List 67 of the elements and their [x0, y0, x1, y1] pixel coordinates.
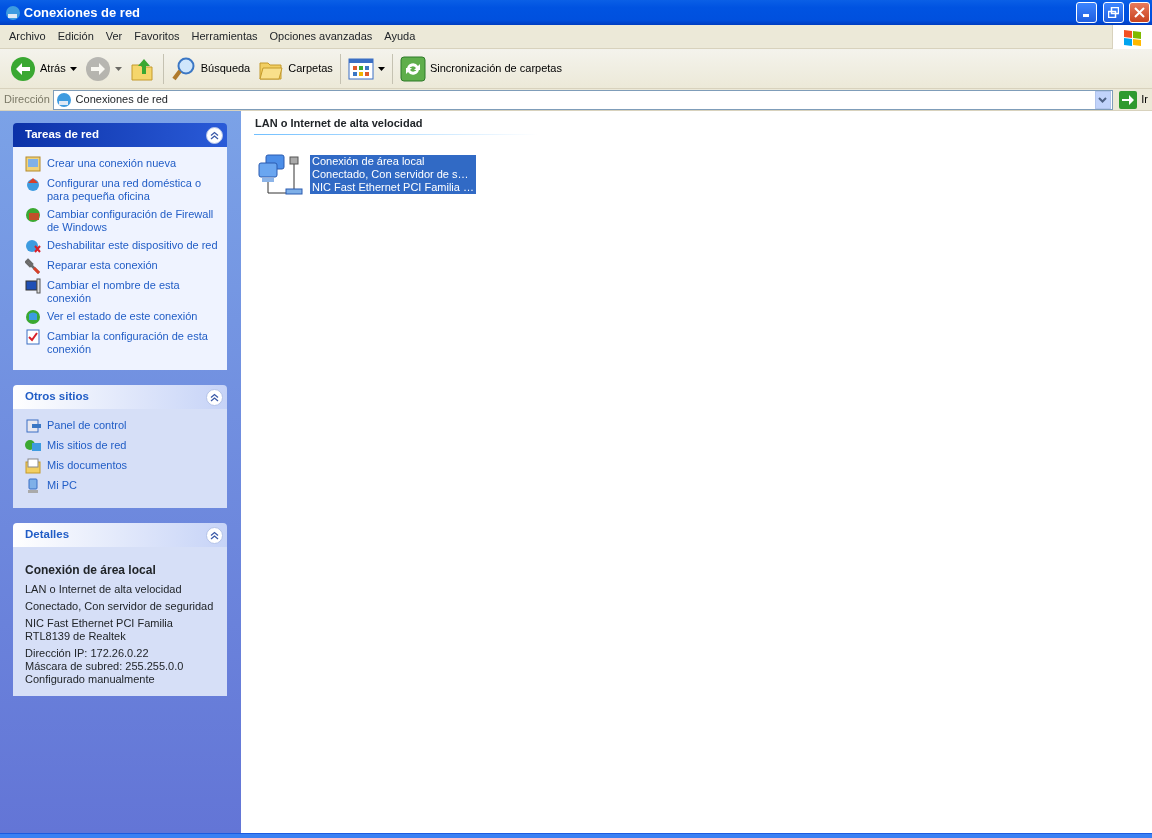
wrench-icon — [25, 258, 41, 274]
address-label: Dirección — [4, 92, 50, 108]
sidebar-link[interactable]: Mi PC — [47, 478, 77, 494]
network-places-icon — [25, 438, 41, 454]
sync-arrows-icon — [399, 55, 426, 82]
restore-icon — [1107, 7, 1119, 18]
dropdown-caret-icon — [114, 66, 122, 71]
address-dropdown-button[interactable] — [1094, 90, 1111, 109]
menu-item[interactable]: Archivo — [3, 28, 52, 45]
detail-name: Conexión de área local — [25, 562, 157, 579]
close-icon — [1134, 7, 1145, 18]
view-grid-icon — [347, 55, 374, 82]
restore-button[interactable] — [1102, 2, 1124, 23]
sidebar-link[interactable]: Ver el estado de este conexión — [47, 309, 198, 325]
sidebar-link[interactable]: Deshabilitar este dispositivo de red — [47, 238, 218, 254]
address-field[interactable]: Conexiones de red — [52, 89, 1113, 110]
detail-text: Máscara de subred: 255.255.0.0 — [25, 660, 185, 673]
detail-text: LAN o Internet de alta velocidad — [25, 583, 183, 596]
minimize-button[interactable] — [1076, 2, 1097, 23]
networked-computers-icon — [256, 152, 306, 197]
panel-title: Tareas de red — [25, 127, 99, 143]
collapse-button[interactable] — [206, 126, 223, 144]
documents-folder-icon — [25, 458, 41, 474]
sidebar-link[interactable]: Cambiar la configuración de esta conexión — [47, 329, 221, 356]
menu-item[interactable]: Ver — [99, 28, 129, 45]
go-button[interactable]: Ir — [1115, 89, 1152, 110]
back-button[interactable]: Atrás — [6, 50, 81, 87]
computer-icon — [25, 478, 41, 494]
collapse-button[interactable] — [206, 388, 223, 406]
network-globe-icon — [55, 91, 72, 108]
sidebar-link[interactable]: Mis sitios de red — [47, 438, 127, 454]
window-title: Conexiones de red — [23, 3, 142, 22]
globe-icon — [25, 309, 41, 325]
globe-cross-icon — [25, 238, 41, 254]
double-chevron-up-icon — [210, 392, 219, 402]
sync-button[interactable]: Sincronización de carpetas — [395, 50, 566, 87]
detail-text: Dirección IP: 172.26.0.22 — [25, 647, 150, 660]
sidebar-link[interactable]: Crear una conexión nueva — [47, 156, 177, 172]
sidebar-link[interactable]: Cambiar el nombre de esta conexión — [47, 278, 221, 305]
dropdown-caret-icon — [377, 66, 385, 71]
network-globe-icon — [5, 4, 21, 21]
sidebar-link[interactable]: Reparar esta conexión — [47, 258, 158, 274]
magnifier-icon — [170, 55, 197, 82]
folders-button[interactable]: Carpetas — [254, 50, 337, 87]
sidebar-link[interactable]: Cambiar configuración de Firewall de Windows — [47, 207, 221, 234]
menu-item[interactable]: Edición — [51, 28, 100, 45]
panel-title: Detalles — [25, 527, 70, 543]
checklist-icon — [25, 329, 41, 345]
double-chevron-up-icon — [210, 130, 219, 140]
dropdown-caret-icon — [69, 66, 77, 71]
sidebar-link[interactable]: Panel de control — [47, 418, 127, 434]
panel-title: Otros sitios — [25, 389, 89, 405]
detail-text: Configurado manualmente — [25, 673, 156, 686]
menu-item[interactable]: Ayuda — [378, 28, 422, 45]
collapse-button[interactable] — [206, 526, 223, 544]
menu-item[interactable]: Herramientas — [185, 28, 264, 45]
connection-label[interactable]: Conexión de área local Conectado, Con servidor de s… NIC Fast Ethernet PCI Familia … — [310, 155, 476, 194]
double-chevron-up-icon — [210, 530, 219, 540]
menu-item[interactable]: Favoritos — [128, 28, 186, 45]
chevron-down-icon — [1098, 96, 1107, 103]
detail-text: Conectado, Con servidor de seguridad — [25, 600, 215, 613]
search-button[interactable]: Búsqueda — [166, 50, 255, 87]
sidebar-link[interactable]: Mis documentos — [47, 458, 128, 474]
detail-text: NIC Fast Ethernet PCI Familia RTL8139 de Realtek — [25, 617, 174, 643]
sidebar-link[interactable]: Configurar una red doméstica o para pequeña oficina — [47, 176, 221, 203]
close-button[interactable] — [1129, 2, 1150, 23]
menu-item[interactable]: Opciones avanzadas — [263, 28, 379, 45]
